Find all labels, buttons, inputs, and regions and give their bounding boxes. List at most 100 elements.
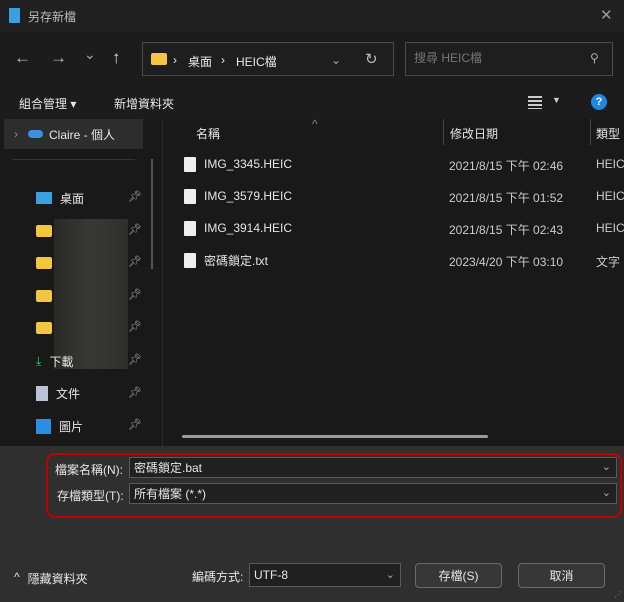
- address-bar[interactable]: › 桌面 › HEIC檔 ⌄ ↻: [142, 42, 394, 76]
- navigation-bar: ← → ⌄ ↑ › 桌面 › HEIC檔 ⌄ ↻ ⚲: [0, 32, 624, 86]
- column-header-name[interactable]: 名稱: [196, 125, 220, 142]
- hide-folders-button[interactable]: ^ 隱藏資料夾: [14, 570, 88, 587]
- back-button[interactable]: ←: [14, 48, 31, 68]
- desktop-icon: [36, 192, 52, 204]
- help-button[interactable]: ?: [591, 94, 607, 110]
- divider: [12, 159, 135, 160]
- sidebar-item[interactable]: 文件: [36, 381, 80, 407]
- cloud-icon: [28, 130, 43, 138]
- recent-locations-button[interactable]: ⌄: [84, 46, 96, 63]
- resize-grip-icon[interactable]: ⋰: [614, 590, 622, 599]
- pin-icon[interactable]: 📌︎: [128, 418, 142, 431]
- file-name: IMG_3914.HEIC: [204, 221, 293, 235]
- toolbar: 組合管理 ▾ 新增資料夾 ▼ ?: [0, 86, 624, 119]
- filetype-select[interactable]: 所有檔案 (*.*) ⌄: [129, 483, 617, 504]
- pin-icon[interactable]: 📌︎: [128, 190, 142, 203]
- close-button[interactable]: ✕: [600, 6, 613, 24]
- pictures-icon: [36, 418, 51, 434]
- image-file-icon: [184, 188, 196, 204]
- breadcrumb-separator: ›: [173, 53, 177, 67]
- file-browser: › Claire - 個人 桌面 📌︎ 📌︎ 📌︎ 📌︎ 📌︎ ⤓ 下載 📌︎ 文件 📌︎ 圖片 📌︎ …: [0, 117, 624, 446]
- forward-button[interactable]: →: [50, 48, 67, 68]
- file-modified: 2021/8/15 下午 02:43: [449, 223, 564, 237]
- pin-icon[interactable]: 📌︎: [128, 320, 142, 333]
- sidebar-item-label: 下載: [49, 354, 74, 369]
- file-name: 密碼鎖定.txt: [204, 253, 269, 268]
- view-dropdown-icon[interactable]: ▼: [552, 95, 561, 105]
- sidebar-item[interactable]: ⤓ 下載: [36, 348, 73, 374]
- chevron-down-icon[interactable]: ⌄: [386, 568, 395, 581]
- folder-icon: [36, 322, 52, 335]
- refresh-button[interactable]: ↻: [365, 50, 378, 68]
- sidebar-item[interactable]: [36, 218, 60, 244]
- expand-icon[interactable]: ›: [14, 127, 18, 141]
- new-folder-button[interactable]: 新增資料夾: [114, 95, 174, 112]
- filename-input[interactable]: 密碼鎖定.bat ⌄: [129, 457, 617, 478]
- sidebar-item-onedrive[interactable]: › Claire - 個人: [4, 119, 143, 149]
- save-options-panel: 檔案名稱(N): 密碼鎖定.bat ⌄ 存檔類型(T): 所有檔案 (*.*) ⌄ …: [0, 446, 624, 602]
- file-name: IMG_3345.HEIC: [204, 157, 293, 171]
- breadcrumb-desktop[interactable]: 桌面: [188, 53, 212, 70]
- document-icon: [36, 386, 48, 402]
- file-modified: 2023/4/20 下午 03:10: [449, 255, 564, 269]
- pin-icon[interactable]: 📌︎: [128, 386, 142, 399]
- pin-icon[interactable]: 📌︎: [128, 288, 142, 301]
- column-divider: [590, 119, 591, 145]
- window-title: 另存新檔: [28, 10, 77, 24]
- chevron-down-icon[interactable]: ⌄: [602, 460, 611, 473]
- sidebar-item-label: 桌面: [60, 191, 85, 206]
- title-bar: 另存新檔 ✕: [0, 0, 624, 32]
- download-icon: ⤓: [36, 353, 42, 368]
- chevron-down-icon[interactable]: ⌄: [602, 486, 611, 499]
- notepad-icon: [9, 8, 20, 23]
- sidebar-item-label: 文件: [56, 387, 81, 402]
- up-button[interactable]: ↑: [112, 48, 121, 68]
- sidebar-scrollbar[interactable]: [151, 159, 153, 269]
- filetype-label: 存檔類型(T):: [57, 489, 124, 503]
- image-file-icon: [184, 156, 196, 172]
- encoding-label: 編碼方式:: [192, 570, 244, 584]
- file-modified: 2021/8/15 下午 01:52: [449, 191, 564, 205]
- horizontal-scrollbar[interactable]: [182, 435, 488, 438]
- view-options-icon[interactable]: [528, 96, 542, 109]
- sidebar-item[interactable]: 圖片: [36, 413, 83, 439]
- redacted-region: [54, 219, 128, 369]
- filetype-value: 所有檔案 (*.*): [134, 487, 207, 501]
- sidebar-item[interactable]: [36, 250, 60, 276]
- pin-icon[interactable]: 📌︎: [128, 223, 142, 236]
- column-header-modified[interactable]: 修改日期: [450, 125, 498, 142]
- column-divider: [162, 119, 163, 446]
- folder-icon: [36, 224, 52, 237]
- encoding-value: UTF-8: [254, 568, 288, 582]
- encoding-select[interactable]: UTF-8 ⌄: [249, 563, 401, 587]
- sort-indicator-icon: ^: [312, 117, 318, 131]
- cancel-button[interactable]: 取消: [518, 563, 605, 588]
- breadcrumb-heic[interactable]: HEIC檔: [236, 53, 277, 70]
- file-type: HEIC: [596, 189, 624, 203]
- pin-icon[interactable]: 📌︎: [128, 255, 142, 268]
- file-type: HEIC: [596, 221, 624, 235]
- file-name: IMG_3579.HEIC: [204, 189, 293, 203]
- organize-button[interactable]: 組合管理 ▾: [19, 95, 76, 112]
- sidebar-item[interactable]: [36, 283, 60, 309]
- folder-icon: [36, 289, 52, 302]
- image-file-icon: [184, 220, 196, 236]
- sidebar-item-label: Claire - 個人: [49, 127, 116, 142]
- search-box[interactable]: ⚲: [405, 42, 613, 76]
- file-modified: 2021/8/15 下午 02:46: [449, 159, 564, 173]
- save-button[interactable]: 存檔(S): [415, 563, 502, 588]
- pin-icon[interactable]: 📌︎: [128, 353, 142, 366]
- sidebar-item[interactable]: [36, 315, 60, 341]
- folder-icon: [151, 53, 167, 65]
- sidebar-item[interactable]: 桌面: [36, 185, 84, 211]
- file-type: 文字: [596, 255, 621, 269]
- address-dropdown-icon[interactable]: ⌄: [331, 53, 341, 67]
- column-divider: [443, 119, 444, 145]
- filename-value: 密碼鎖定.bat: [134, 461, 203, 475]
- column-header-type[interactable]: 類型: [596, 125, 620, 142]
- file-type: HEIC: [596, 157, 624, 171]
- chevron-up-icon: ^: [14, 570, 20, 584]
- filename-label: 檔案名稱(N):: [55, 463, 123, 477]
- breadcrumb-separator: ›: [221, 53, 225, 67]
- search-input[interactable]: [414, 51, 584, 65]
